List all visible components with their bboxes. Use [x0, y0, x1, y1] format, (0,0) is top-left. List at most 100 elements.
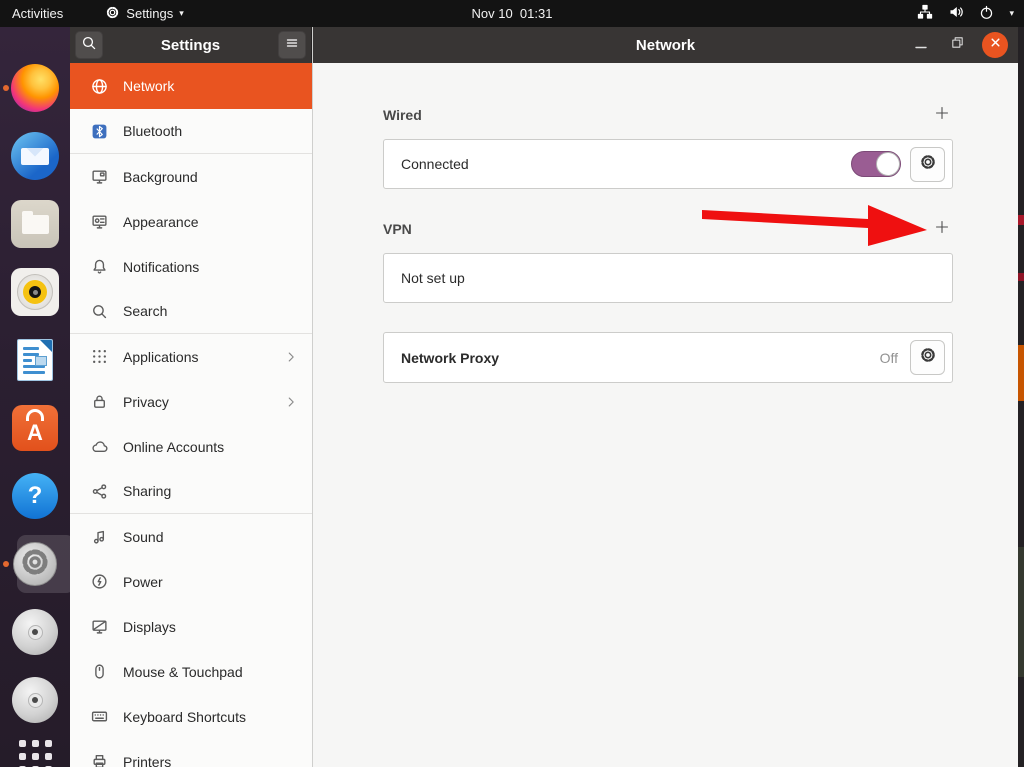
vpn-status-row[interactable]: Not set up	[383, 253, 953, 303]
page-title: Network	[635, 36, 696, 54]
rhythmbox-icon[interactable]	[11, 268, 59, 316]
plus-icon	[934, 219, 950, 240]
sidebar-item-online-accounts[interactable]: Online Accounts	[70, 424, 312, 469]
dock: A ?	[0, 27, 75, 767]
running-indicator	[3, 561, 9, 567]
sidebar-title: Settings	[160, 36, 221, 54]
sidebar-item-label: Appearance	[123, 213, 199, 230]
search-icon	[81, 35, 97, 56]
displays-icon	[91, 618, 108, 635]
libreoffice-writer-icon[interactable]	[11, 336, 59, 384]
sidebar-item-label: Keyboard Shortcuts	[123, 708, 246, 725]
top-bar: Activities Settings ▾ Nov 10 01:31 ▾	[0, 0, 1024, 27]
wired-section-label: Wired	[383, 107, 422, 123]
menu-button[interactable]	[278, 31, 306, 59]
add-wired-button[interactable]	[931, 104, 953, 126]
gear-icon	[919, 346, 937, 369]
files-icon[interactable]	[11, 200, 59, 248]
hamburger-icon	[284, 35, 300, 56]
disc-icon[interactable]	[11, 608, 59, 656]
wired-connection-row[interactable]: Connected	[383, 139, 953, 189]
sidebar-list: Network Bluetooth Background Appearance Noti…	[70, 63, 312, 767]
online-accounts-icon	[91, 438, 108, 455]
notifications-icon	[91, 258, 108, 275]
sound-icon	[91, 528, 108, 545]
caret-down-icon: ▾	[179, 8, 184, 18]
close-icon	[988, 35, 1003, 55]
sidebar-item-network[interactable]: Network	[70, 63, 312, 109]
background-icon	[91, 168, 108, 185]
appearance-icon	[91, 213, 108, 230]
sidebar-item-search[interactable]: Search	[70, 289, 312, 334]
caret-down-icon: ▾	[1009, 8, 1014, 18]
settings-icon[interactable]	[3, 535, 75, 593]
app-grid-icon[interactable]	[11, 732, 59, 767]
wired-settings-button[interactable]	[910, 146, 945, 182]
search-icon	[91, 303, 108, 320]
minimize-icon	[913, 35, 929, 56]
add-vpn-button[interactable]	[931, 218, 953, 240]
sidebar-item-label: Network	[123, 78, 175, 94]
restore-button[interactable]	[946, 34, 968, 56]
sidebar-item-appearance[interactable]: Appearance	[70, 199, 312, 244]
app-menu-label: Settings	[126, 6, 174, 21]
proxy-status: Off	[879, 349, 898, 366]
proxy-settings-button[interactable]	[910, 340, 945, 375]
minimize-button[interactable]	[910, 34, 932, 56]
close-button[interactable]	[982, 32, 1008, 58]
sidebar-item-applications[interactable]: Applications	[70, 334, 312, 379]
gear-icon	[919, 153, 937, 176]
network-proxy-row[interactable]: Network Proxy Off	[383, 332, 953, 383]
activities-button[interactable]: Activities	[0, 6, 75, 21]
network-tray-icon	[917, 4, 933, 23]
disc-icon[interactable]	[11, 676, 59, 724]
chevron-right-icon	[284, 395, 298, 409]
wired-toggle[interactable]	[851, 151, 901, 177]
system-tray[interactable]: ▾	[917, 4, 1024, 23]
wired-section-header: Wired	[383, 103, 953, 127]
bluetooth-icon	[91, 123, 108, 140]
sidebar-item-displays[interactable]: Displays	[70, 604, 312, 649]
plus-icon	[934, 105, 950, 126]
desktop: Activities Settings ▾ Nov 10 01:31 ▾ A ?…	[0, 0, 1024, 767]
sidebar-item-label: Online Accounts	[123, 438, 225, 455]
sidebar-item-mouse-touchpad[interactable]: Mouse & Touchpad	[70, 649, 312, 694]
power-tray-icon	[979, 5, 994, 23]
network-proxy-label: Network Proxy	[401, 349, 500, 366]
search-button[interactable]	[75, 31, 103, 59]
thunderbird-icon[interactable]	[11, 132, 59, 180]
vpn-section-header: VPN	[383, 217, 953, 241]
ubuntu-software-icon[interactable]: A	[11, 404, 59, 452]
app-menu-button[interactable]: Settings ▾	[105, 5, 184, 23]
sidebar-item-keyboard-shortcuts[interactable]: Keyboard Shortcuts	[70, 694, 312, 739]
sidebar-item-label: Printers	[123, 753, 172, 767]
sidebar-item-bluetooth[interactable]: Bluetooth	[70, 109, 312, 154]
sidebar-item-label: Displays	[123, 618, 176, 635]
keyboard-icon	[91, 708, 108, 725]
sidebar-item-label: Search	[123, 303, 168, 319]
sidebar-item-label: Power	[123, 573, 163, 590]
desktop-edge	[1018, 27, 1024, 767]
power-icon	[91, 573, 108, 590]
sidebar-item-label: Sound	[123, 528, 164, 545]
running-indicator	[3, 85, 9, 91]
chevron-right-icon	[284, 350, 298, 364]
sidebar-item-sound[interactable]: Sound	[70, 514, 312, 559]
settings-window: Settings Network Bluetooth Background Appea…	[70, 27, 1018, 767]
sidebar-item-label: Bluetooth	[123, 123, 183, 139]
sidebar-item-power[interactable]: Power	[70, 559, 312, 604]
wired-connection-status: Connected	[401, 156, 469, 172]
vpn-section-label: VPN	[383, 221, 412, 237]
gear-icon	[105, 5, 120, 23]
sidebar-item-sharing[interactable]: Sharing	[70, 469, 312, 514]
sidebar-item-notifications[interactable]: Notifications	[70, 244, 312, 289]
network-panel: Wired Connected VPN Not set up Network P…	[313, 63, 1018, 767]
sidebar-item-background[interactable]: Background	[70, 154, 312, 199]
help-icon[interactable]: ?	[11, 472, 59, 520]
firefox-icon[interactable]	[3, 64, 59, 112]
sidebar-item-printers[interactable]: Printers	[70, 739, 312, 767]
sidebar-item-privacy[interactable]: Privacy	[70, 379, 312, 424]
sidebar-header: Settings	[70, 27, 312, 63]
sidebar-item-label: Sharing	[123, 483, 172, 499]
window-header: Network	[313, 27, 1018, 63]
